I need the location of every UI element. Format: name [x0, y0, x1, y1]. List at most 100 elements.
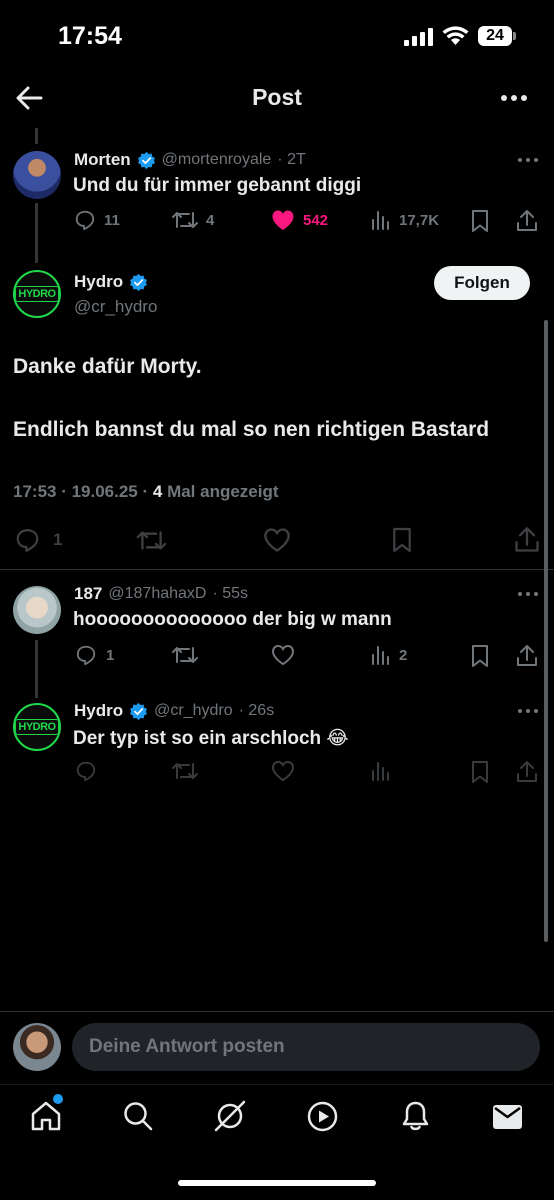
avatar-text: HYDRO — [15, 719, 59, 735]
tweet-text: hoooooooooooooo der big w mann — [73, 609, 392, 630]
tweet-text: Und du für immer gebannt diggi — [73, 175, 362, 196]
verified-badge-icon — [130, 702, 148, 720]
tweet-text-line-2: Endlich bannst du mal so nen richtigen B… — [13, 418, 490, 441]
thread-line — [35, 203, 38, 263]
views-count: 17,7K — [399, 211, 440, 229]
heart-icon[interactable] — [271, 644, 295, 666]
author-handle[interactable]: @cr_hydro — [74, 297, 157, 317]
avatar-morten[interactable] — [13, 151, 61, 199]
reply-icon[interactable] — [75, 760, 97, 782]
home-indicator[interactable] — [178, 1180, 376, 1186]
views-button[interactable]: 2 — [371, 644, 407, 666]
divider — [0, 569, 554, 570]
views-button[interactable]: 17,7K — [371, 209, 439, 231]
bookmark-icon[interactable] — [391, 526, 413, 554]
notification-dot — [53, 1094, 63, 1104]
bookmark-icon[interactable] — [470, 644, 490, 668]
avatar-hydro[interactable]: HYDRO — [13, 703, 61, 751]
home-icon[interactable] — [30, 1100, 62, 1132]
bell-icon[interactable] — [401, 1100, 430, 1132]
share-icon[interactable] — [516, 209, 538, 233]
reply-count: 11 — [104, 211, 120, 229]
like-count: 542 — [303, 211, 329, 229]
views-icon[interactable] — [371, 760, 391, 782]
reply-count: 1 — [106, 646, 115, 664]
avatar-187[interactable] — [13, 586, 61, 634]
tweet-text-line-1: Danke dafür Morty. — [13, 355, 202, 378]
tweet-more-icon[interactable] — [517, 708, 539, 714]
views-count: 2 — [399, 646, 408, 664]
status-time: 17:54 — [58, 22, 122, 50]
author-handle[interactable]: @187hahaxD — [108, 585, 206, 603]
thread-line — [35, 640, 38, 698]
reply-1-header: 187 @187hahaxD · 55s — [74, 584, 248, 604]
avatar-hydro[interactable]: HYDRO — [13, 270, 61, 318]
heart-filled-icon — [272, 210, 294, 230]
retweet-icon[interactable] — [172, 760, 198, 782]
bookmark-icon[interactable] — [470, 760, 490, 784]
signal-icon — [404, 28, 433, 46]
tweet-timestamp: 17:53 · 19.06.25 · — [13, 482, 153, 501]
mail-icon[interactable] — [492, 1104, 523, 1130]
thread-line — [35, 128, 38, 144]
main-tweet-author[interactable]: Hydro — [74, 272, 148, 292]
views-icon — [372, 646, 389, 665]
author-handle[interactable]: @mortenroyale — [162, 151, 272, 169]
share-icon[interactable] — [516, 760, 538, 784]
verified-badge-icon — [130, 273, 148, 291]
reply-2-header: Hydro @cr_hydro · 26s — [74, 701, 274, 721]
views-icon — [372, 211, 389, 230]
retweet-icon — [172, 212, 198, 228]
share-icon[interactable] — [514, 526, 540, 554]
retweet-button[interactable]: 4 — [172, 209, 214, 231]
bookmark-icon[interactable] — [470, 209, 490, 233]
tweet-more-icon[interactable] — [517, 591, 539, 597]
view-label: Mal angezeigt — [162, 482, 279, 501]
tab-bar-divider — [0, 1084, 554, 1085]
tweet-meta: 17:53 · 19.06.25 · 4 Mal angezeigt — [13, 482, 279, 502]
battery-level: 24 — [486, 27, 504, 44]
tweet-time: · 55s — [212, 585, 249, 602]
page-title: Post — [252, 84, 302, 110]
retweet-count: 4 — [206, 211, 215, 229]
author-name[interactable]: Morten — [74, 150, 131, 170]
more-options-icon[interactable] — [500, 93, 528, 103]
battery-icon: 24 — [478, 26, 512, 46]
retweet-icon[interactable] — [136, 528, 167, 553]
follow-button[interactable]: Folgen — [434, 266, 530, 300]
avatar-text: HYDRO — [15, 286, 59, 302]
author-name[interactable]: Hydro — [74, 701, 123, 721]
tweet-time: · 2T — [277, 151, 306, 168]
tweet-more-icon[interactable] — [517, 157, 539, 163]
author-name[interactable]: 187 — [74, 584, 102, 604]
divider — [0, 1011, 554, 1012]
reply-icon — [16, 529, 39, 552]
reply-button[interactable]: 11 — [74, 209, 120, 231]
video-icon[interactable] — [307, 1101, 338, 1132]
like-button[interactable]: 542 — [271, 209, 328, 231]
heart-icon[interactable] — [271, 760, 295, 782]
parent-tweet-header: Morten @mortenroyale · 2T — [74, 150, 306, 170]
reply-count: 1 — [53, 530, 63, 549]
heart-icon[interactable] — [263, 527, 291, 553]
tweet-time: · 26s — [238, 702, 275, 719]
reply-2-actions — [0, 760, 554, 788]
reply-icon — [76, 645, 96, 666]
retweet-icon[interactable] — [172, 644, 198, 666]
wifi-icon — [442, 26, 469, 45]
share-icon[interactable] — [516, 644, 538, 668]
author-name: Hydro — [74, 272, 124, 291]
search-icon[interactable] — [123, 1101, 153, 1131]
reply-input[interactable]: Deine Antwort posten — [72, 1023, 540, 1071]
scrollbar[interactable] — [544, 320, 548, 942]
reply-button[interactable]: 1 — [75, 644, 114, 666]
tweet-text: Der typ ist so ein arschloch 😂 — [73, 728, 349, 749]
reply-button[interactable]: 1 — [14, 527, 62, 553]
author-handle[interactable]: @cr_hydro — [154, 702, 233, 720]
reply-icon — [75, 210, 95, 231]
view-count: 4 — [152, 482, 163, 501]
my-avatar[interactable] — [13, 1023, 61, 1071]
verified-badge-icon — [137, 151, 155, 169]
grok-icon[interactable] — [213, 1099, 247, 1133]
battery-tip — [513, 32, 516, 40]
